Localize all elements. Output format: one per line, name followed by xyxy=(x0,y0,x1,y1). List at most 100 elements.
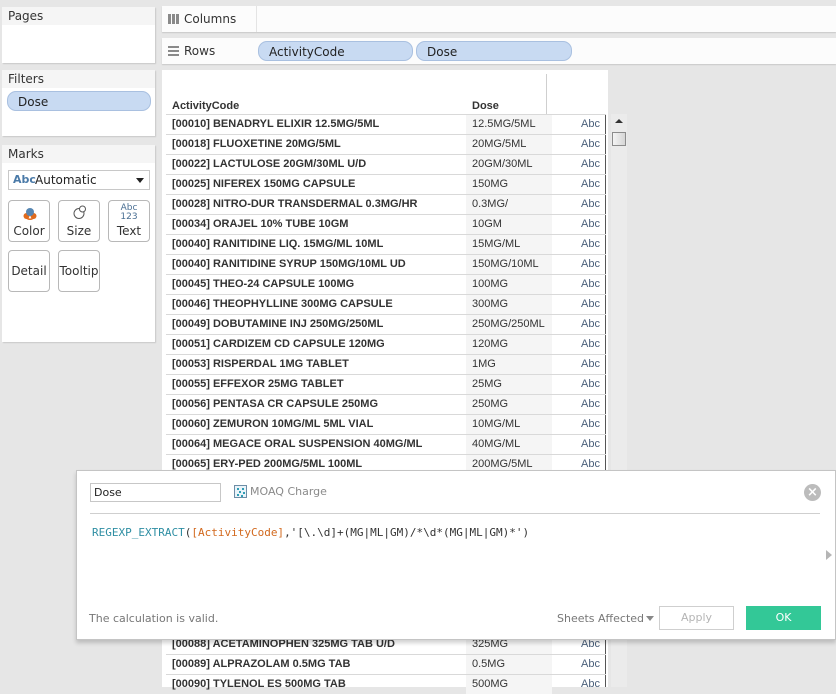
cell-dose[interactable]: 300MG xyxy=(466,295,552,314)
cell-dose[interactable]: 500MG xyxy=(466,675,552,694)
cell-dose[interactable]: 1MG xyxy=(466,355,552,374)
cell-mark-text[interactable]: Abc xyxy=(546,675,604,694)
cell-activitycode[interactable]: [00045] THEO-24 CAPSULE 100MG xyxy=(172,278,354,290)
cell-mark-text[interactable]: Abc xyxy=(546,435,604,454)
detail-button[interactable]: Detail xyxy=(8,250,50,292)
scroll-up-arrow-icon[interactable] xyxy=(615,119,623,123)
table-row[interactable]: [00053] RISPERDAL 1MG TABLET 1MG Abc xyxy=(166,354,606,374)
table-row[interactable]: [00045] THEO-24 CAPSULE 100MG 100MG Abc xyxy=(166,274,606,294)
table-row[interactable]: [00040] RANITIDINE LIQ. 15MG/ML 10ML 15MG… xyxy=(166,234,606,254)
table-row[interactable]: [00040] RANITIDINE SYRUP 150MG/10ML UD 15… xyxy=(166,254,606,274)
ok-button[interactable]: OK xyxy=(746,606,821,630)
cell-dose[interactable]: 12.5MG/5ML xyxy=(466,115,552,134)
sheets-affected-dropdown[interactable]: Sheets Affected xyxy=(557,612,655,625)
cell-activitycode[interactable]: [00025] NIFEREX 150MG CAPSULE xyxy=(172,178,355,190)
calculation-editor-dialog: MOAQ Charge × REGEXP_EXTRACT([ActivityCo… xyxy=(76,470,836,640)
cell-dose[interactable]: 100MG xyxy=(466,275,552,294)
formula-editor[interactable]: REGEXP_EXTRACT([ActivityCode],'[\.\d]+(M… xyxy=(92,526,529,539)
cell-mark-text[interactable]: Abc xyxy=(546,115,604,134)
cell-mark-text[interactable]: Abc xyxy=(546,135,604,154)
cell-dose[interactable]: 20MG/5ML xyxy=(466,135,552,154)
cell-activitycode[interactable]: [00089] ALPRAZOLAM 0.5MG TAB xyxy=(172,658,350,670)
cell-dose[interactable]: 10GM xyxy=(466,215,552,234)
columns-shelf[interactable]: Columns xyxy=(162,6,836,32)
cell-mark-text[interactable]: Abc xyxy=(546,315,604,334)
tooltip-button[interactable]: Tooltip xyxy=(58,250,100,292)
size-button[interactable]: Size xyxy=(58,200,100,242)
cell-dose[interactable]: 150MG xyxy=(466,175,552,194)
table-row[interactable]: [00010] BENADRYL ELIXIR 12.5MG/5ML 12.5MG… xyxy=(166,114,606,134)
cell-activitycode[interactable]: [00065] ERY-PED 200MG/5ML 100ML xyxy=(172,458,362,470)
table-row[interactable]: [00051] CARDIZEM CD CAPSULE 120MG 120MG Ab… xyxy=(166,334,606,354)
cell-activitycode[interactable]: [00022] LACTULOSE 20GM/30ML U/D xyxy=(172,158,366,170)
calculation-name-input[interactable] xyxy=(90,483,221,502)
cell-mark-text[interactable]: Abc xyxy=(546,335,604,354)
cell-mark-text[interactable]: Abc xyxy=(546,295,604,314)
cell-activitycode[interactable]: [00056] PENTASA CR CAPSULE 250MG xyxy=(172,398,378,410)
cell-activitycode[interactable]: [00055] EFFEXOR 25MG TABLET xyxy=(172,378,344,390)
cell-dose[interactable]: 20GM/30ML xyxy=(466,155,552,174)
close-icon[interactable]: × xyxy=(804,484,821,501)
cell-mark-text[interactable]: Abc xyxy=(546,195,604,214)
cell-mark-text[interactable]: Abc xyxy=(546,355,604,374)
color-button[interactable]: Color xyxy=(8,200,50,242)
table-row[interactable]: [00025] NIFEREX 150MG CAPSULE 150MG Abc xyxy=(166,174,606,194)
cell-mark-text[interactable]: Abc xyxy=(546,255,604,274)
text-button[interactable]: Abc 123 Text xyxy=(108,200,150,242)
filter-pill-dose[interactable]: Dose xyxy=(7,91,151,111)
cell-dose[interactable]: 0.3MG/ xyxy=(466,195,552,214)
cell-activitycode[interactable]: [00040] RANITIDINE SYRUP 150MG/10ML UD xyxy=(172,258,406,270)
apply-button[interactable]: Apply xyxy=(659,606,734,630)
cell-dose[interactable]: 15MG/ML xyxy=(466,235,552,254)
cell-mark-text[interactable]: Abc xyxy=(546,415,604,434)
cell-mark-text[interactable]: Abc xyxy=(546,275,604,294)
table-row[interactable]: [00034] ORAJEL 10% TUBE 10GM 10GM Abc xyxy=(166,214,606,234)
cell-activitycode[interactable]: [00064] MEGACE ORAL SUSPENSION 40MG/ML xyxy=(172,438,422,450)
cell-mark-text[interactable]: Abc xyxy=(546,395,604,414)
cell-activitycode[interactable]: [00018] FLUOXETINE 20MG/5ML xyxy=(172,138,341,150)
cell-dose[interactable]: 120MG xyxy=(466,335,552,354)
scroll-thumb[interactable] xyxy=(612,132,626,146)
table-row[interactable]: [00028] NITRO-DUR TRANSDERMAL 0.3MG/HR 0.… xyxy=(166,194,606,214)
cell-mark-text[interactable]: Abc xyxy=(546,175,604,194)
cell-dose[interactable]: 150MG/10ML xyxy=(466,255,552,274)
cell-activitycode[interactable]: [00034] ORAJEL 10% TUBE 10GM xyxy=(172,218,348,230)
text-icon: Abc 123 xyxy=(109,204,149,222)
rows-pill-activitycode[interactable]: ActivityCode xyxy=(258,41,413,61)
cell-activitycode[interactable]: [00051] CARDIZEM CD CAPSULE 120MG xyxy=(172,338,385,350)
cell-mark-text[interactable]: Abc xyxy=(546,155,604,174)
cell-mark-text[interactable]: Abc xyxy=(546,215,604,234)
cell-dose[interactable]: 40MG/ML xyxy=(466,435,552,454)
cell-activitycode[interactable]: [00060] ZEMURON 10MG/ML 5ML VIAL xyxy=(172,418,373,430)
table-row[interactable]: [00064] MEGACE ORAL SUSPENSION 40MG/ML 40… xyxy=(166,434,606,454)
table-row[interactable]: [00046] THEOPHYLLINE 300MG CAPSULE 300MG A… xyxy=(166,294,606,314)
cell-activitycode[interactable]: [00053] RISPERDAL 1MG TABLET xyxy=(172,358,349,370)
cell-mark-text[interactable]: Abc xyxy=(546,375,604,394)
cell-dose[interactable]: 250MG xyxy=(466,395,552,414)
table-row[interactable]: [00049] DOBUTAMINE INJ 250MG/250ML 250MG/… xyxy=(166,314,606,334)
cell-activitycode[interactable]: [00040] RANITIDINE LIQ. 15MG/ML 10ML xyxy=(172,238,383,250)
validation-status: The calculation is valid. xyxy=(89,612,219,625)
rows-shelf[interactable]: Rows ActivityCode Dose xyxy=(162,38,836,64)
rows-pill-dose[interactable]: Dose xyxy=(416,41,572,61)
cell-dose[interactable]: 10MG/ML xyxy=(466,415,552,434)
cell-activitycode[interactable]: [00010] BENADRYL ELIXIR 12.5MG/5ML xyxy=(172,118,379,130)
table-row[interactable]: [00018] FLUOXETINE 20MG/5ML 20MG/5ML Abc xyxy=(166,134,606,154)
cell-activitycode[interactable]: [00046] THEOPHYLLINE 300MG CAPSULE xyxy=(172,298,393,310)
table-row[interactable]: [00056] PENTASA CR CAPSULE 250MG 250MG Abc xyxy=(166,394,606,414)
cell-mark-text[interactable]: Abc xyxy=(546,235,604,254)
cell-activitycode[interactable]: [00049] DOBUTAMINE INJ 250MG/250ML xyxy=(172,318,383,330)
table-row[interactable]: [00022] LACTULOSE 20GM/30ML U/D 20GM/30ML… xyxy=(166,154,606,174)
cell-activitycode[interactable]: [00090] TYLENOL ES 500MG TAB xyxy=(172,678,346,690)
cell-activitycode[interactable]: [00028] NITRO-DUR TRANSDERMAL 0.3MG/HR xyxy=(172,198,418,210)
table-row[interactable]: [00089] ALPRAZOLAM 0.5MG TAB 0.5MG Abc xyxy=(166,654,606,674)
mark-type-dropdown[interactable]: Abc Automatic xyxy=(8,170,150,190)
table-row[interactable]: [00060] ZEMURON 10MG/ML 5ML VIAL 10MG/ML A… xyxy=(166,414,606,434)
cell-dose[interactable]: 0.5MG xyxy=(466,655,552,674)
table-row[interactable]: [00055] EFFEXOR 25MG TABLET 25MG Abc xyxy=(166,374,606,394)
table-row[interactable]: [00090] TYLENOL ES 500MG TAB 500MG Abc xyxy=(166,674,606,694)
cell-dose[interactable]: 25MG xyxy=(466,375,552,394)
cell-dose[interactable]: 250MG/250ML xyxy=(466,315,552,334)
expand-panel-arrow-icon[interactable] xyxy=(826,550,832,560)
cell-mark-text[interactable]: Abc xyxy=(546,655,604,674)
